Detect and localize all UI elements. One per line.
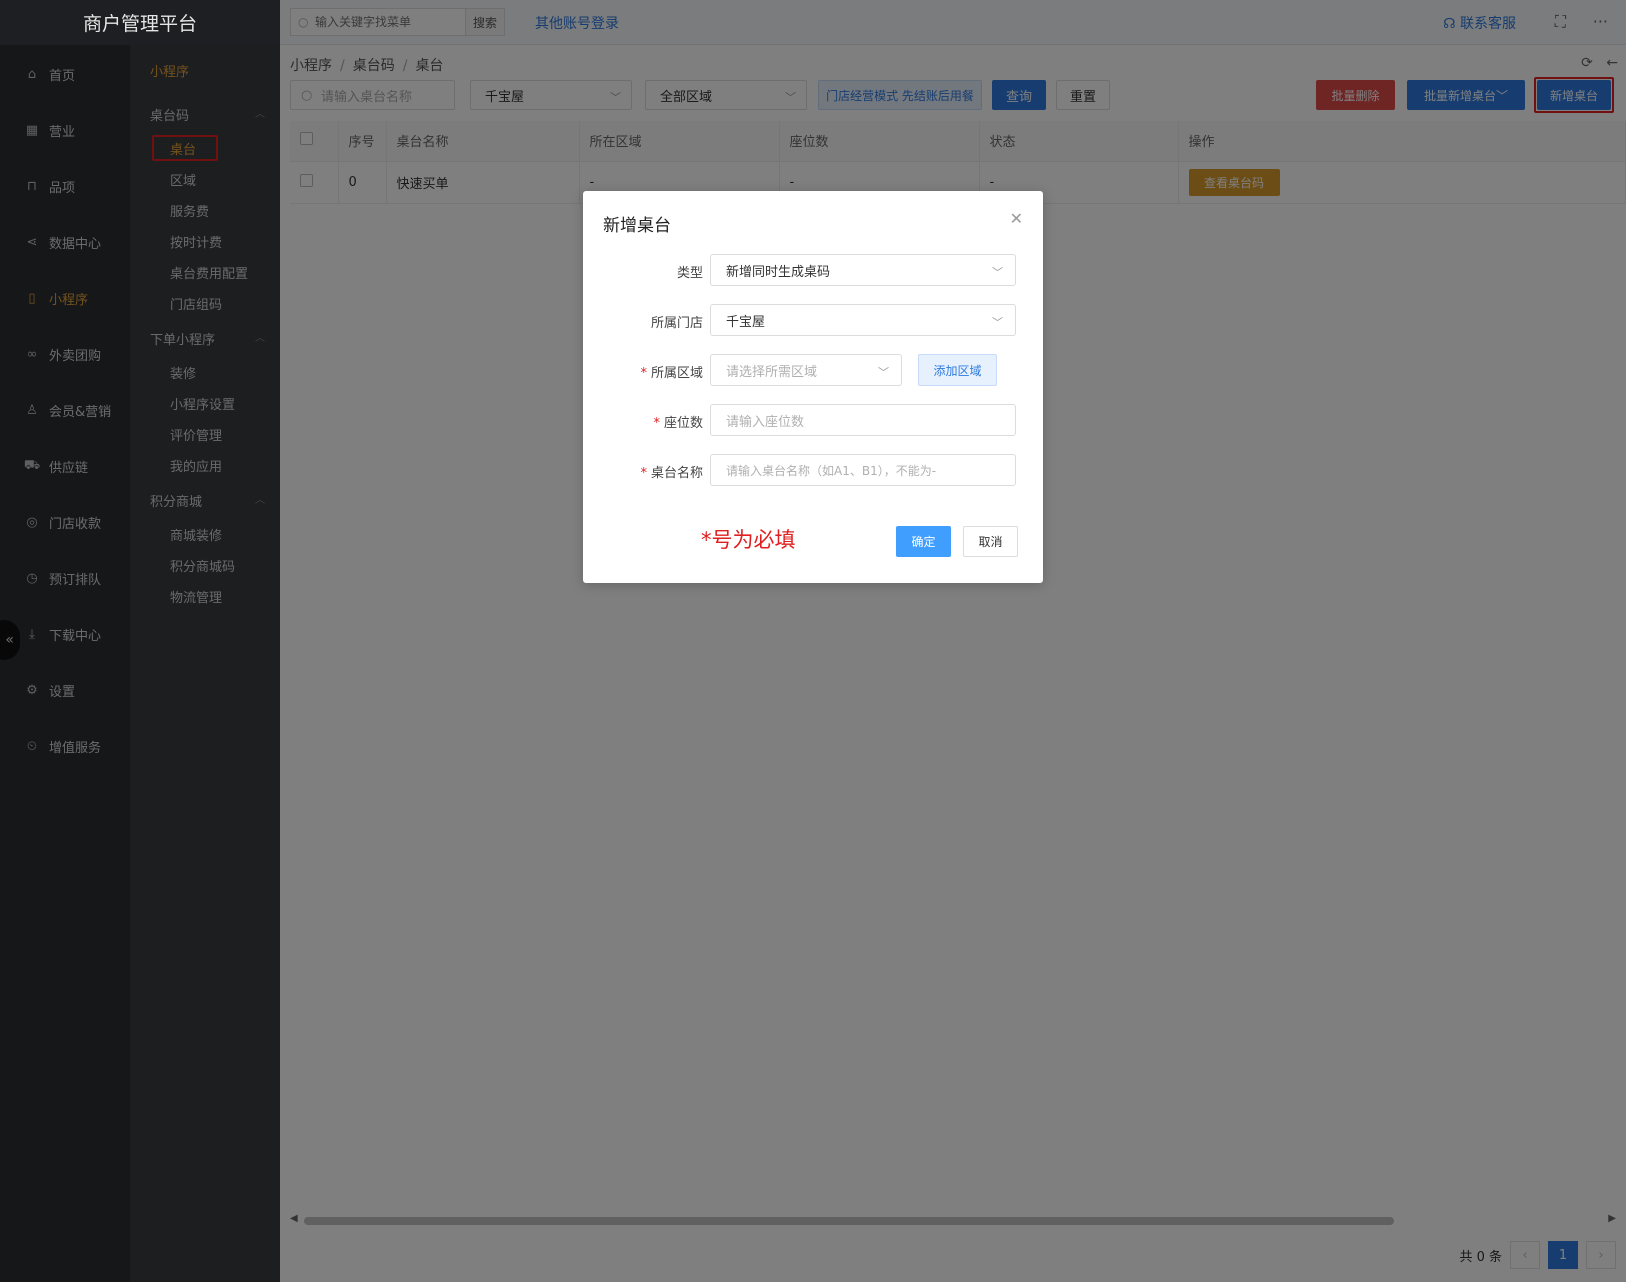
close-icon[interactable]: ✕ bbox=[1010, 209, 1023, 228]
store-label: 所属门店 bbox=[650, 316, 703, 331]
dialog-title: 新增桌台 bbox=[603, 216, 671, 236]
add-area-button[interactable]: 添加区域 bbox=[918, 354, 997, 386]
area-select-field[interactable]: 请选择所需区域 ﹀ bbox=[710, 354, 902, 386]
area-label: * 所属区域 bbox=[640, 366, 703, 381]
brand-title: 商户管理平台 bbox=[0, 0, 280, 45]
seats-input[interactable]: 请输入座位数 bbox=[710, 404, 1016, 436]
type-label: 类型 bbox=[676, 266, 703, 281]
store-select-field[interactable]: 千宝屋 ﹀ bbox=[710, 304, 1016, 336]
seats-label: * 座位数 bbox=[653, 416, 703, 431]
chevron-down-icon: ﹀ bbox=[992, 316, 1003, 329]
add-table-dialog: 新增桌台 ✕ 类型 新增同时生成桌码 ﹀ 所属门店 千宝屋 ﹀ * 所属区域 请选择所… bbox=[583, 191, 1043, 583]
chevron-down-icon: ﹀ bbox=[992, 266, 1003, 279]
cancel-button[interactable]: 取消 bbox=[963, 526, 1018, 557]
table-name-label: * 桌台名称 bbox=[640, 466, 703, 481]
confirm-button[interactable]: 确定 bbox=[896, 526, 951, 557]
chevron-down-icon: ﹀ bbox=[878, 366, 889, 379]
required-note: *号为必填 bbox=[701, 528, 796, 552]
table-name-input[interactable]: 请输入桌台名称（如A1、B1），不能为- bbox=[710, 454, 1016, 486]
type-select[interactable]: 新增同时生成桌码 ﹀ bbox=[710, 254, 1016, 286]
